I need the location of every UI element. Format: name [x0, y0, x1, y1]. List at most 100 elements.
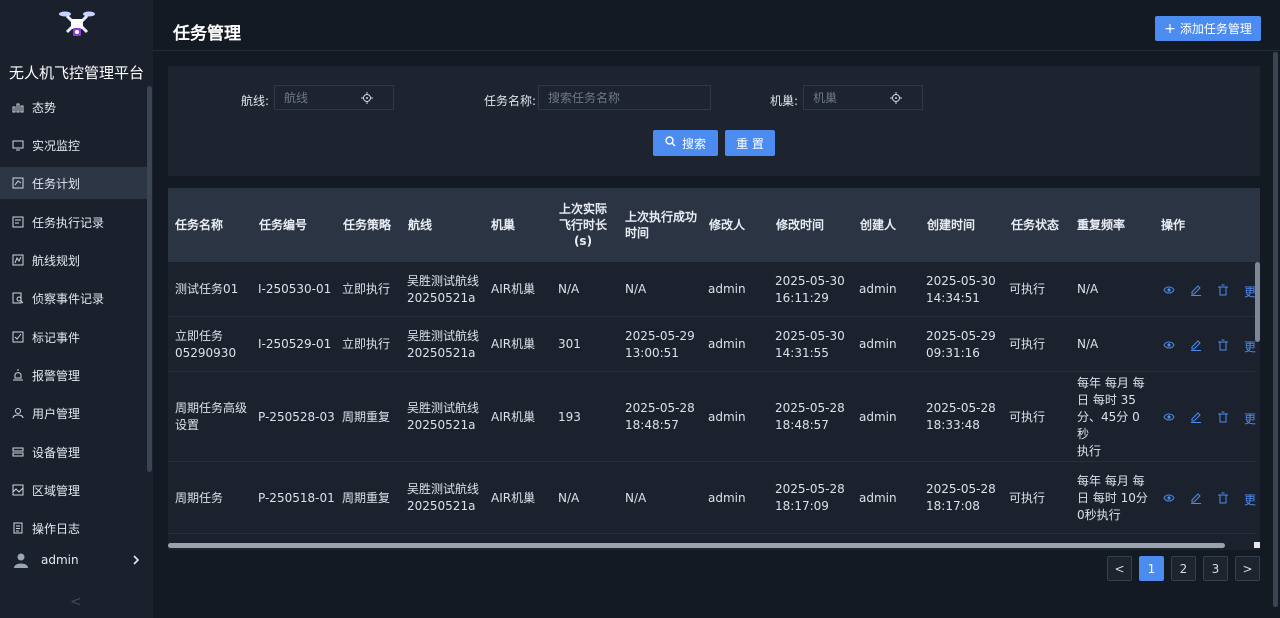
alarm-icon [12, 369, 24, 381]
cell-created: 2025-05-28 18:33:48 [926, 372, 1006, 462]
cell-text: 2025-05-28 18:48:57 [625, 400, 695, 434]
sidebar-item-11[interactable]: 操作日志 [0, 512, 147, 544]
page-button-3[interactable]: 3 [1203, 556, 1228, 581]
sidebar-scrollbar[interactable] [147, 86, 152, 472]
table-horizontal-scrollbar[interactable] [168, 543, 1225, 548]
edit-icon[interactable] [1190, 492, 1205, 507]
cell-created-line: 18:17:08 [926, 499, 980, 513]
cell-name-line: 测试任务01 [175, 282, 239, 296]
sidebar-item-10[interactable]: 区域管理 [0, 474, 147, 506]
sidebar-item-0[interactable]: 态势 [0, 91, 147, 123]
chart-icon [12, 101, 24, 113]
sidebar-item-9[interactable]: 设备管理 [0, 436, 147, 468]
nest-filter-input[interactable]: 机巢 [803, 85, 923, 110]
sidebar-item-8[interactable]: 用户管理 [0, 397, 147, 429]
sidebar-item-label: 任务计划 [32, 176, 81, 191]
add-task-button[interactable]: + 添加任务管理 [1155, 16, 1261, 41]
device-icon [12, 446, 24, 458]
search-button[interactable]: 搜索 [653, 130, 718, 156]
collapse-sidebar-icon[interactable]: < [70, 594, 82, 610]
table-row[interactable]: 周期任务高级 设置 P-250528-03 周期重复 吴胜测试航线 20250521a AI… [168, 372, 1256, 462]
cell-created-line: 2025-05-28 [926, 482, 996, 496]
cell-created-line: 14:34:51 [926, 290, 980, 305]
cell-modified-line: 14:31:55 [775, 345, 829, 360]
user-menu[interactable]: admin [0, 546, 153, 574]
table-row[interactable]: 测试任务01 I-250530-01 立即执行 吴胜测试航线 20250521a AIR机… [168, 262, 1256, 317]
page-button-1[interactable]: 1 [1139, 556, 1164, 581]
delete-icon[interactable] [1217, 492, 1232, 507]
locate-icon[interactable] [890, 92, 902, 104]
sidebar-item-label: 操作日志 [32, 521, 81, 536]
cell-freq-line: 每年 每月 每 [1077, 375, 1145, 390]
edit-icon[interactable] [1190, 284, 1205, 299]
reset-button[interactable]: 重 置 [725, 130, 775, 156]
chevron-right-icon[interactable] [132, 553, 140, 567]
sidebar-item-3[interactable]: 任务执行记录 [0, 206, 147, 238]
cell-text: 2025-05-30 16:11:29 [775, 273, 845, 307]
cell-text: 周期任务高级 设置 [175, 400, 247, 434]
cell-route: 吴胜测试航线 20250521a [407, 262, 487, 317]
cell-route-line: 20250521a [407, 345, 476, 360]
table-row[interactable]: 立即任务 05290930 I-250529-01 立即执行 吴胜测试航线 2025052… [168, 317, 1256, 372]
sidebar-item-label: 标记事件 [32, 330, 81, 345]
search-doc-icon [12, 292, 24, 304]
row-actions: 更 [1163, 491, 1256, 508]
col-frequency: 重复频率 [1077, 218, 1126, 232]
cell-nest: AIR机巢 [491, 409, 536, 424]
route-filter-input[interactable]: 航线 [274, 85, 394, 110]
sidebar-item-7[interactable]: 报警管理 [0, 359, 147, 391]
table-row[interactable]: 周期任务 P-250518-01 周期重复 吴胜测试航线 20250521a AIR机巢 N… [168, 462, 1256, 534]
page-scrollbar-track[interactable] [1273, 52, 1278, 607]
task-name-search-input[interactable]: 搜索任务名称 [538, 85, 711, 110]
eye-icon[interactable] [1163, 284, 1178, 299]
cell-text: 吴胜测试航线 20250521a [407, 328, 479, 362]
cell-text: 吴胜测试航线 20250521a [407, 273, 479, 307]
sidebar-item-1[interactable]: 实况监控 [0, 129, 147, 161]
sidebar-item-4[interactable]: 航线规划 [0, 244, 147, 276]
edit-icon[interactable] [1190, 411, 1205, 426]
cell-last_success-line: N/A [625, 490, 647, 505]
edit-icon[interactable] [1190, 339, 1205, 354]
delete-icon[interactable] [1217, 339, 1232, 354]
page-scrollbar-thumb[interactable] [1273, 52, 1278, 607]
cell-strategy: 立即执行 [342, 282, 391, 296]
eye-icon[interactable] [1163, 411, 1178, 426]
sidebar-item-5[interactable]: 侦察事件记录 [0, 282, 147, 314]
cell-route-line: 20250521a [407, 499, 476, 513]
cell-name-line: 立即任务 [175, 328, 224, 343]
sidebar-item-6[interactable]: 标记事件 [0, 321, 147, 353]
sidebar-item-2[interactable]: 任务计划 [0, 167, 147, 199]
cell-created: 2025-05-29 09:31:16 [926, 317, 1006, 372]
cell-code: I-250529-01 [258, 337, 332, 351]
route-filter-label: 航线: [241, 94, 270, 108]
cell-last_success-line: 13:00:51 [625, 345, 679, 360]
locate-icon[interactable] [361, 92, 373, 104]
more-action-clipped[interactable]: 更 [1244, 491, 1256, 508]
cell-route-line: 吴胜测试航线 [407, 401, 480, 415]
cell-name: 测试任务01 [175, 262, 250, 317]
col-last-duration-line: 上次实际 [558, 202, 607, 216]
cell-route-line: 吴胜测试航线 [407, 328, 480, 343]
col-nest: 机巢 [491, 218, 516, 232]
monitor-icon [12, 139, 24, 151]
cell-text: 2025-05-28 18:17:09 [775, 481, 845, 515]
cell-created-line: 2025-05-30 [926, 273, 996, 288]
page-button-2[interactable]: 2 [1171, 556, 1196, 581]
table-vertical-scrollbar[interactable] [1255, 262, 1260, 342]
eye-icon[interactable] [1163, 492, 1178, 507]
cell-code: P-250518-01 [258, 490, 335, 505]
prev-page-button[interactable]: < [1107, 556, 1132, 581]
next-page-button[interactable]: > [1235, 556, 1260, 581]
delete-icon[interactable] [1217, 411, 1232, 426]
cell-strategy: 周期重复 [342, 409, 391, 424]
cell-modified-line: 16:11:29 [775, 290, 829, 305]
cell-last-success: 2025-05-29 13:00:51 [625, 317, 705, 372]
delete-icon[interactable] [1217, 284, 1232, 299]
cell-freq-line: 每年 每月 每 [1077, 473, 1145, 488]
eye-icon[interactable] [1163, 339, 1178, 354]
nest-filter-label: 机巢: [770, 94, 799, 108]
more-action-clipped[interactable]: 更 [1244, 410, 1256, 427]
col-last-success-line: 上次执行成功 [625, 210, 698, 224]
user-avatar-icon [13, 552, 29, 568]
search-icon [665, 136, 676, 150]
